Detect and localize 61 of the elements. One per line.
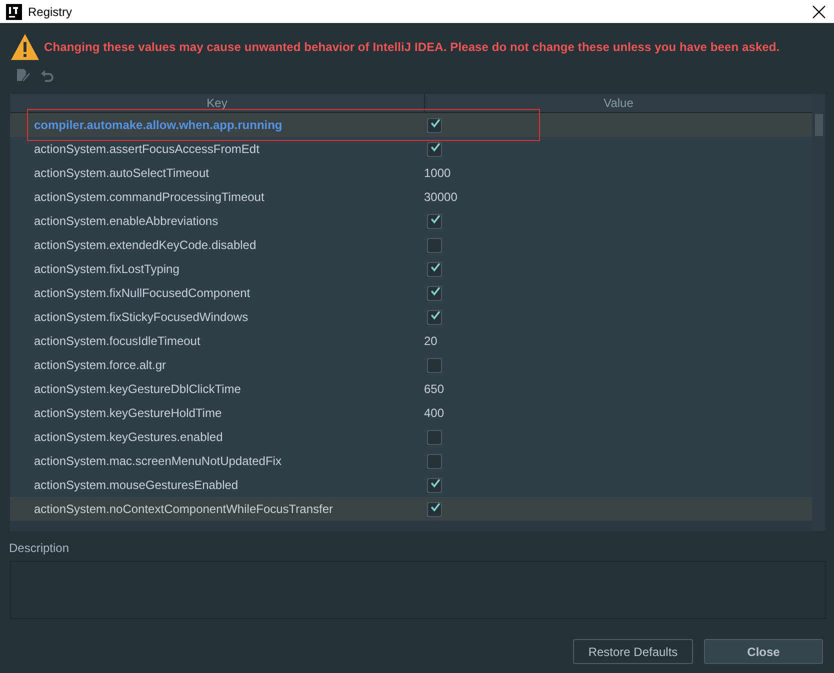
registry-key: actionSystem.keyGestures.enabled: [10, 430, 424, 444]
registry-row[interactable]: actionSystem.mac.screenMenuNotUpdatedFix: [10, 449, 812, 473]
registry-row[interactable]: actionSystem.noContextComponentWhileFocusTransfer: [10, 497, 812, 521]
registry-value: 650: [424, 382, 444, 396]
value-checkbox[interactable]: [427, 310, 442, 324]
value-checkbox[interactable]: [427, 238, 442, 252]
registry-key: actionSystem.noContextComponentWhileFocusTransfer: [10, 502, 424, 516]
registry-value: 1000: [424, 166, 451, 180]
registry-row[interactable]: actionSystem.commandProcessingTimeout 30000: [10, 185, 812, 209]
registry-value: 30000: [424, 190, 458, 204]
registry-key: actionSystem.force.alt.gr: [10, 358, 424, 372]
registry-row[interactable]: actionSystem.fixStickyFocusedWindows: [10, 305, 812, 329]
value-checkbox[interactable]: [427, 214, 442, 228]
registry-row[interactable]: actionSystem.keyGestureDblClickTime 650: [10, 377, 812, 401]
restore-defaults-button[interactable]: Restore Defaults: [573, 639, 693, 664]
value-checkbox[interactable]: [427, 358, 442, 372]
registry-row[interactable]: actionSystem.fixNullFocusedComponent: [10, 281, 812, 305]
registry-key: actionSystem.mac.screenMenuNotUpdatedFix: [10, 454, 424, 468]
registry-row[interactable]: actionSystem.force.alt.gr: [10, 353, 812, 377]
registry-key: actionSystem.commandProcessingTimeout: [10, 190, 424, 204]
registry-row[interactable]: actionSystem.extendedKeyCode.disabled: [10, 233, 812, 257]
scrollbar-thumb[interactable]: [815, 114, 823, 136]
registry-key: compiler.automake.allow.when.app.running: [10, 118, 424, 132]
value-checkbox[interactable]: [427, 454, 442, 468]
window-title: Registry: [28, 4, 72, 18]
registry-key: actionSystem.fixStickyFocusedWindows: [10, 310, 424, 324]
close-icon[interactable]: [812, 4, 826, 18]
registry-value: 20: [424, 334, 438, 348]
registry-value: 400: [424, 406, 444, 420]
registry-row[interactable]: actionSystem.fixLostTyping: [10, 257, 812, 281]
value-checkbox[interactable]: [427, 262, 442, 276]
registry-row[interactable]: actionSystem.enableAbbreviations: [10, 209, 812, 233]
registry-row[interactable]: actionSystem.keyGestureHoldTime 400: [10, 401, 812, 425]
close-button[interactable]: Close: [704, 639, 823, 664]
registry-row[interactable]: actionSystem.assertFocusAccessFromEdt: [10, 137, 812, 161]
value-checkbox[interactable]: [427, 478, 442, 492]
registry-key: actionSystem.extendedKeyCode.disabled: [10, 238, 424, 252]
registry-row[interactable]: actionSystem.mouseGesturesEnabled: [10, 473, 812, 497]
value-checkbox[interactable]: [427, 142, 442, 156]
warning-message: Changing these values may cause unwanted behavior of IntelliJ IDEA. Please do not change these unless you have been asked.: [44, 40, 780, 54]
registry-row[interactable]: actionSystem.focusIdleTimeout 20: [10, 329, 812, 353]
registry-key: actionSystem.fixLostTyping: [10, 262, 424, 276]
registry-key: actionSystem.fixNullFocusedComponent: [10, 286, 424, 300]
registry-key: actionSystem.keyGestureHoldTime: [10, 406, 424, 420]
value-checkbox[interactable]: [427, 502, 442, 516]
registry-key: actionSystem.mouseGesturesEnabled: [10, 478, 424, 492]
app-logo-icon: [6, 4, 22, 20]
registry-key: actionSystem.keyGestureDblClickTime: [10, 382, 424, 396]
value-checkbox[interactable]: [427, 118, 442, 132]
warning-icon: [10, 33, 40, 61]
value-checkbox[interactable]: [427, 286, 442, 300]
registry-row[interactable]: actionSystem.keyGestures.enabled: [10, 425, 812, 449]
description-label: Description: [8, 540, 70, 555]
column-header[interactable]: Key: [10, 94, 425, 112]
registry-key: actionSystem.focusIdleTimeout: [10, 334, 424, 348]
registry-key: actionSystem.autoSelectTimeout: [10, 166, 424, 180]
registry-key: actionSystem.enableAbbreviations: [10, 214, 424, 228]
registry-row[interactable]: actionSystem.autoSelectTimeout 1000: [10, 161, 812, 185]
registry-key: actionSystem.assertFocusAccessFromEdt: [10, 142, 424, 156]
value-checkbox[interactable]: [427, 430, 442, 444]
column-header[interactable]: Value: [425, 94, 812, 112]
